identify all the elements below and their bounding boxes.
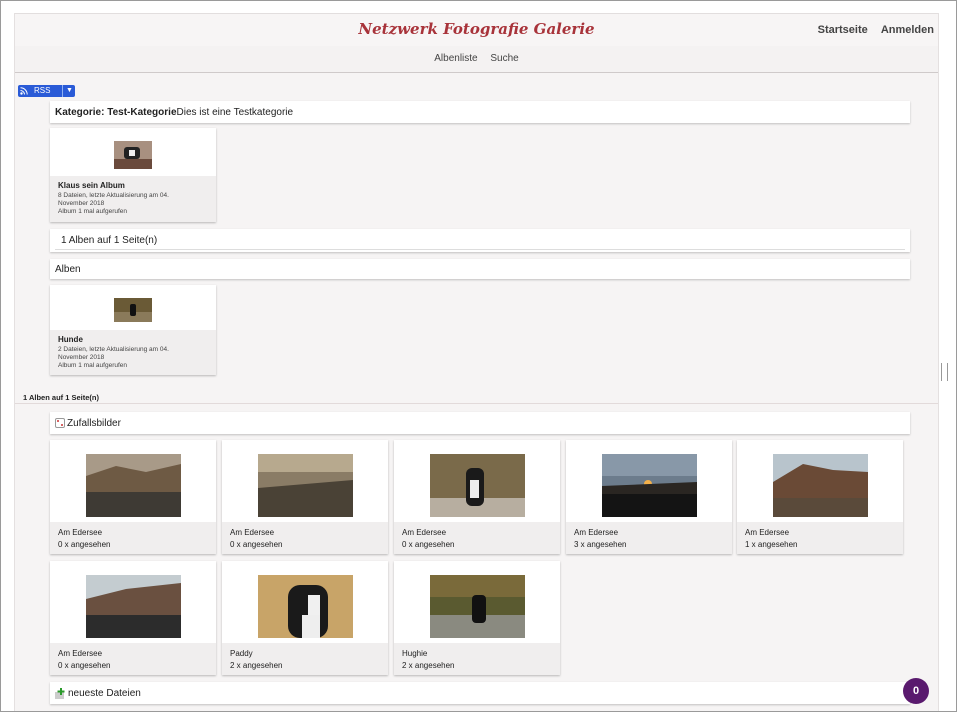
photo-card[interactable]: Am Edersee 1 x angesehen [737,440,903,554]
album-info: Hunde 2 Dateien, letzte Aktualisierung a… [50,330,216,375]
photo-views: 0 x angesehen [58,540,111,549]
photo-title[interactable]: Hughie [402,649,427,658]
newest-heading: neueste Dateien [68,688,141,699]
album-meta-views: Album 1 mal aufgerufen [58,362,128,369]
newest-files-header: neueste Dateien [50,682,910,704]
search-link[interactable]: Suche [490,53,518,64]
category-title: Kategorie: Test-KategorieDies ist eine T… [55,107,293,118]
photo-views: 0 x angesehen [230,540,283,549]
album-meta-files: 2 Dateien, letzte Aktualisierung am 04. [58,346,169,353]
photo-info: Hughie 2 x angesehen [394,643,560,675]
photo-views: 0 x angesehen [58,661,111,670]
nav-home-link[interactable]: Startseite [818,24,868,36]
photo-views: 0 x angesehen [402,540,455,549]
album-thumbnail[interactable] [114,298,152,322]
album-name[interactable]: Klaus sein Album [58,181,125,190]
pager-inner: 1 Alben auf 1 Seite(n) [50,229,910,252]
photo-card[interactable]: Paddy 2 x angesehen [222,561,388,675]
photo-views: 2 x angesehen [402,661,455,670]
albums-heading: Alben [55,264,81,275]
photo-info: Am Edersee 1 x angesehen [737,522,903,554]
sub-nav: Albenliste Suche [15,46,938,73]
photo-views: 2 x angesehen [230,661,283,670]
album-meta: 2 Dateien, letzte Aktualisierung am 04. … [58,346,208,370]
gallery-page: Netzwerk Fotografie Galerie Startseite A… [14,13,939,711]
photo-title[interactable]: Am Edersee [58,649,102,658]
photo-title[interactable]: Paddy [230,649,253,658]
category-name[interactable]: Test-Kategorie [107,107,176,118]
top-nav: Startseite Anmelden [808,24,934,36]
album-card-hunde[interactable]: Hunde 2 Dateien, letzte Aktualisierung a… [50,285,216,375]
album-meta-files: 8 Dateien, letzte Aktualisierung am 04. [58,192,169,199]
album-card-klaus[interactable]: Klaus sein Album 8 Dateien, letzte Aktua… [50,128,216,222]
photo-info: Am Edersee 0 x angesehen [394,522,560,554]
photo-thumbnail[interactable] [602,454,697,517]
pager-outer-text: 1 Alben auf 1 Seite(n) [23,393,99,402]
photo-thumbnail[interactable] [430,454,525,517]
photo-card[interactable]: Am Edersee 0 x angesehen [50,561,216,675]
album-name[interactable]: Hunde [58,335,83,344]
pager-inner-text: 1 Alben auf 1 Seite(n) [61,235,158,246]
rss-label: RSS [34,86,51,95]
site-title[interactable]: Netzwerk Fotografie Galerie [15,20,938,38]
photo-title[interactable]: Am Edersee [745,528,789,537]
album-thumbnail[interactable] [114,141,152,169]
photo-info: Paddy 2 x angesehen [222,643,388,675]
photo-card[interactable]: Hughie 2 x angesehen [394,561,560,675]
photo-thumbnail[interactable] [773,454,868,517]
category-header: Kategorie: Test-KategorieDies ist eine T… [50,101,910,123]
photo-info: Am Edersee 0 x angesehen [222,522,388,554]
photo-card[interactable]: Am Edersee 3 x angesehen [566,440,732,554]
photo-card[interactable]: Am Edersee 0 x angesehen [50,440,216,554]
albums-header: Alben [50,259,910,279]
album-meta: 8 Dateien, letzte Aktualisierung am 04. … [58,192,208,216]
album-meta-views: Album 1 mal aufgerufen [58,208,128,215]
caret-down-icon[interactable]: ▼ [62,85,76,97]
photo-title[interactable]: Am Edersee [402,528,446,537]
photo-info: Am Edersee 0 x angesehen [50,643,216,675]
photo-thumbnail[interactable] [430,575,525,638]
photo-info: Am Edersee 0 x angesehen [50,522,216,554]
photo-thumbnail[interactable] [258,575,353,638]
nav-login-link[interactable]: Anmelden [881,24,934,36]
photo-card[interactable]: Am Edersee 0 x angesehen [394,440,560,554]
photo-title[interactable]: Am Edersee [230,528,274,537]
photo-title[interactable]: Am Edersee [58,528,102,537]
plus-icon [55,688,65,699]
album-meta-date: November 2018 [58,200,105,207]
photo-thumbnail[interactable] [86,575,181,638]
notification-badge[interactable]: 0 [903,678,929,704]
resize-grip-icon[interactable] [941,363,948,381]
photo-card[interactable]: Am Edersee 0 x angesehen [222,440,388,554]
photo-views: 1 x angesehen [745,540,798,549]
rss-feed-icon [20,87,28,95]
random-heading: Zufallsbilder [67,418,121,429]
album-info: Klaus sein Album 8 Dateien, letzte Aktua… [50,176,216,222]
rss-button[interactable]: RSS ▼ [18,85,75,97]
divider [55,249,905,250]
photo-thumbnail[interactable] [86,454,181,517]
photo-views: 3 x angesehen [574,540,627,549]
site-header: Netzwerk Fotografie Galerie Startseite A… [15,13,938,47]
album-meta-date: November 2018 [58,354,105,361]
photo-info: Am Edersee 3 x angesehen [566,522,732,554]
album-list-link[interactable]: Albenliste [434,53,477,64]
browser-frame: Netzwerk Fotografie Galerie Startseite A… [0,0,957,712]
divider [15,403,938,404]
category-description: Dies ist eine Testkategorie [176,107,294,118]
category-prefix: Kategorie: [55,107,108,118]
photo-title[interactable]: Am Edersee [574,528,618,537]
random-images-header: Zufallsbilder [50,412,910,434]
photo-thumbnail[interactable] [258,454,353,517]
dice-icon [55,418,65,428]
